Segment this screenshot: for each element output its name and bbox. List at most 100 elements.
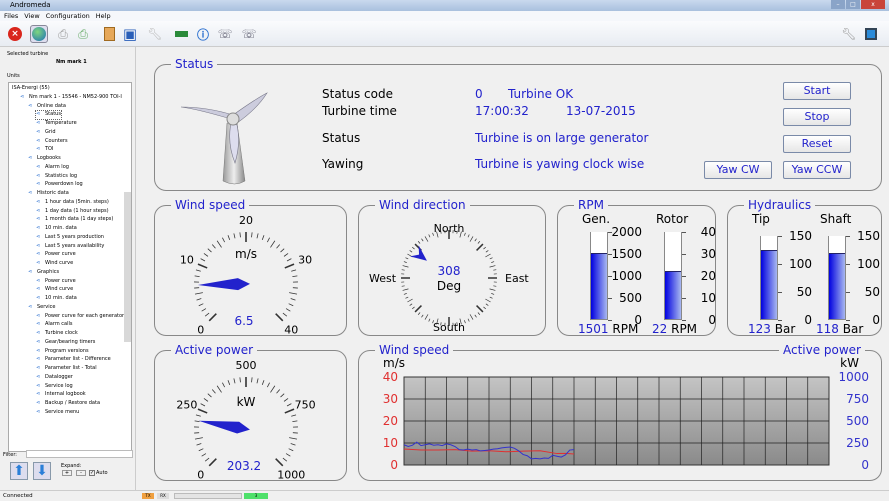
tree-item[interactable]: ⋖Turbine clock xyxy=(36,330,78,338)
toolbar: × ⎙ ⎙ ▣ 🔧︎ ⓘ ☏ ☏ 🔧︎ xyxy=(0,21,889,47)
save-icon[interactable]: ▣ xyxy=(121,25,139,43)
phone-sync-icon[interactable]: ☏ xyxy=(240,25,258,43)
tree-item[interactable]: ⋖Power curve xyxy=(36,251,76,259)
tree-item[interactable]: ⋖Internal logbook xyxy=(36,391,86,399)
gauge-tick xyxy=(267,383,269,387)
start-button[interactable]: Start xyxy=(783,82,851,100)
tree-item-label: 1 hour data (5min. steps) xyxy=(45,199,109,205)
menu-view[interactable]: View xyxy=(24,11,39,21)
wrench-icon[interactable]: 🔧︎ xyxy=(146,25,164,43)
hydraulics-panel: Hydraulics Tip 123 Bar150100500Shaft 118… xyxy=(727,205,882,336)
network-node-icon: ⋖ xyxy=(36,400,43,405)
compass-tick xyxy=(402,270,405,271)
gauge-tick xyxy=(204,253,208,256)
network-node-icon: ⋖ xyxy=(36,356,43,361)
tree-item[interactable]: ⋖Datalogger xyxy=(36,374,73,382)
tree-item[interactable]: ⋖Online data xyxy=(28,103,66,111)
gauge-label: 0 xyxy=(197,323,204,336)
tree-item[interactable]: ⋖Power curve xyxy=(36,278,76,286)
tree-item-label: Internal logbook xyxy=(45,391,86,397)
network-node-icon: ⋖ xyxy=(36,365,43,370)
tree-item[interactable]: ⋖Graphics xyxy=(28,269,59,277)
tree-item[interactable]: ⋖Status xyxy=(36,111,61,119)
compass-tick xyxy=(477,244,483,250)
tree-item[interactable]: ⋖Service log xyxy=(36,383,73,391)
west-label: West xyxy=(369,272,397,285)
phone-sum-icon[interactable]: ☏ xyxy=(216,25,234,43)
tree-item[interactable]: ⋖Wind curve xyxy=(36,286,73,294)
selected-turbine-label: Selected turbine xyxy=(7,51,48,57)
gauge-label: 10 xyxy=(180,254,194,267)
tree-item[interactable]: ⋖Historic data xyxy=(28,190,69,198)
tree-item[interactable]: ⋖Backup / Restore data xyxy=(36,400,100,408)
tree-item-label: Backup / Restore data xyxy=(45,400,100,406)
yaw-cw-button[interactable]: Yaw CW xyxy=(704,161,772,179)
tree-item[interactable]: ⋖Parameter list - Difference xyxy=(36,356,111,364)
tree-item[interactable]: ⋖Counters xyxy=(36,138,68,146)
tree-item[interactable]: ⋖10 min. data xyxy=(36,295,77,303)
yaw-ccw-button[interactable]: Yaw CCW xyxy=(783,161,851,179)
minimize-button[interactable]: – xyxy=(831,0,845,9)
stop-button[interactable]: Stop xyxy=(783,108,851,126)
globe-icon[interactable] xyxy=(30,25,48,43)
filter-input[interactable] xyxy=(26,450,133,458)
menu-configuration[interactable]: Configuration xyxy=(46,11,90,21)
tree-item[interactable]: ⋖Program versions xyxy=(36,348,89,356)
compass-tick xyxy=(490,258,493,259)
close-icon[interactable]: × xyxy=(6,25,24,43)
gauge-label: 500 xyxy=(236,359,257,372)
tree-item[interactable]: ⋖Grid xyxy=(36,129,56,137)
printer-icon[interactable]: ⎙ xyxy=(54,25,72,43)
info-icon[interactable]: ⓘ xyxy=(194,25,212,43)
network-node-icon: ⋖ xyxy=(36,374,43,379)
gauge-needle xyxy=(199,421,250,434)
usb-stick-icon[interactable] xyxy=(172,25,190,43)
clipboard-icon[interactable] xyxy=(100,25,118,43)
tree-item[interactable]: ⋖Alarm calls xyxy=(36,321,73,329)
tree-item[interactable]: ⋖Power curve for each generator xyxy=(36,313,124,321)
menu-files[interactable]: Files xyxy=(4,11,18,21)
expand-plus-button[interactable]: + xyxy=(62,470,72,476)
expand-minus-button[interactable]: - xyxy=(76,470,86,476)
right-axis-tick: 0 xyxy=(861,458,869,472)
tree-item[interactable]: ⋖TOI xyxy=(36,146,53,154)
tree-item-label: Logbooks xyxy=(37,155,61,161)
compass-tick xyxy=(407,299,412,302)
tree-item[interactable]: ⋖10 min. data xyxy=(36,225,77,233)
tree-item[interactable]: ⋖Logbooks xyxy=(28,155,61,163)
title-bar: Andromeda xyxy=(0,0,889,11)
tree-item[interactable]: ⋖Temperature xyxy=(36,120,77,128)
tree-item[interactable]: ⋖Last 5 years production xyxy=(36,234,104,242)
tree-item[interactable]: ISA-Energi (55) xyxy=(12,85,50,93)
tree-scrollbar[interactable] xyxy=(124,192,131,342)
tree-item[interactable]: ⋖Wind curve xyxy=(36,260,73,268)
gauge-tick xyxy=(212,389,215,393)
maximize-button[interactable]: □ xyxy=(846,0,860,9)
monitor-icon[interactable] xyxy=(862,25,880,43)
tree-item[interactable]: ⋖1 month data (1 day steps) xyxy=(36,216,113,224)
tree-item[interactable]: ⋖Service xyxy=(28,304,55,312)
reset-button[interactable]: Reset xyxy=(783,135,851,153)
tree-item[interactable]: ⋖Statistics log xyxy=(36,173,77,181)
tree-item[interactable]: ⋖Powerdown log xyxy=(36,181,83,189)
compass-tick xyxy=(415,306,421,312)
units-label: Units xyxy=(7,73,20,79)
close-window-button[interactable]: x xyxy=(861,0,885,9)
network-node-icon: ⋖ xyxy=(36,216,43,221)
auto-checkbox[interactable]: ✓ xyxy=(89,470,95,476)
wrench-icon[interactable]: 🔧︎ xyxy=(840,25,858,43)
tree-item[interactable]: ⋖Gear/bearing timers xyxy=(36,339,95,347)
tree-item[interactable]: ⋖1 day data (1 hour steps) xyxy=(36,208,109,216)
tree-item[interactable]: ⋖Nm mark 1 - 15546 - NM52-900 TOI-I xyxy=(20,94,122,102)
gauge-tick xyxy=(285,264,294,268)
tree-item[interactable]: ⋖Last 5 years availability xyxy=(36,243,104,251)
tree-item[interactable]: ⋖Parameter list - Total xyxy=(36,365,97,373)
bar-tick-label: 0 xyxy=(684,313,716,327)
menu-help[interactable]: Help xyxy=(96,11,111,21)
print-preview-icon[interactable]: ⎙ xyxy=(74,25,92,43)
tree-item[interactable]: ⋖Service menu xyxy=(36,409,79,417)
move-up-button[interactable]: ⬆ xyxy=(10,462,28,480)
tree-item[interactable]: ⋖Alarm log xyxy=(36,164,69,172)
move-down-button[interactable]: ⬇ xyxy=(33,462,51,480)
tree-item[interactable]: ⋖1 hour data (5min. steps) xyxy=(36,199,109,207)
